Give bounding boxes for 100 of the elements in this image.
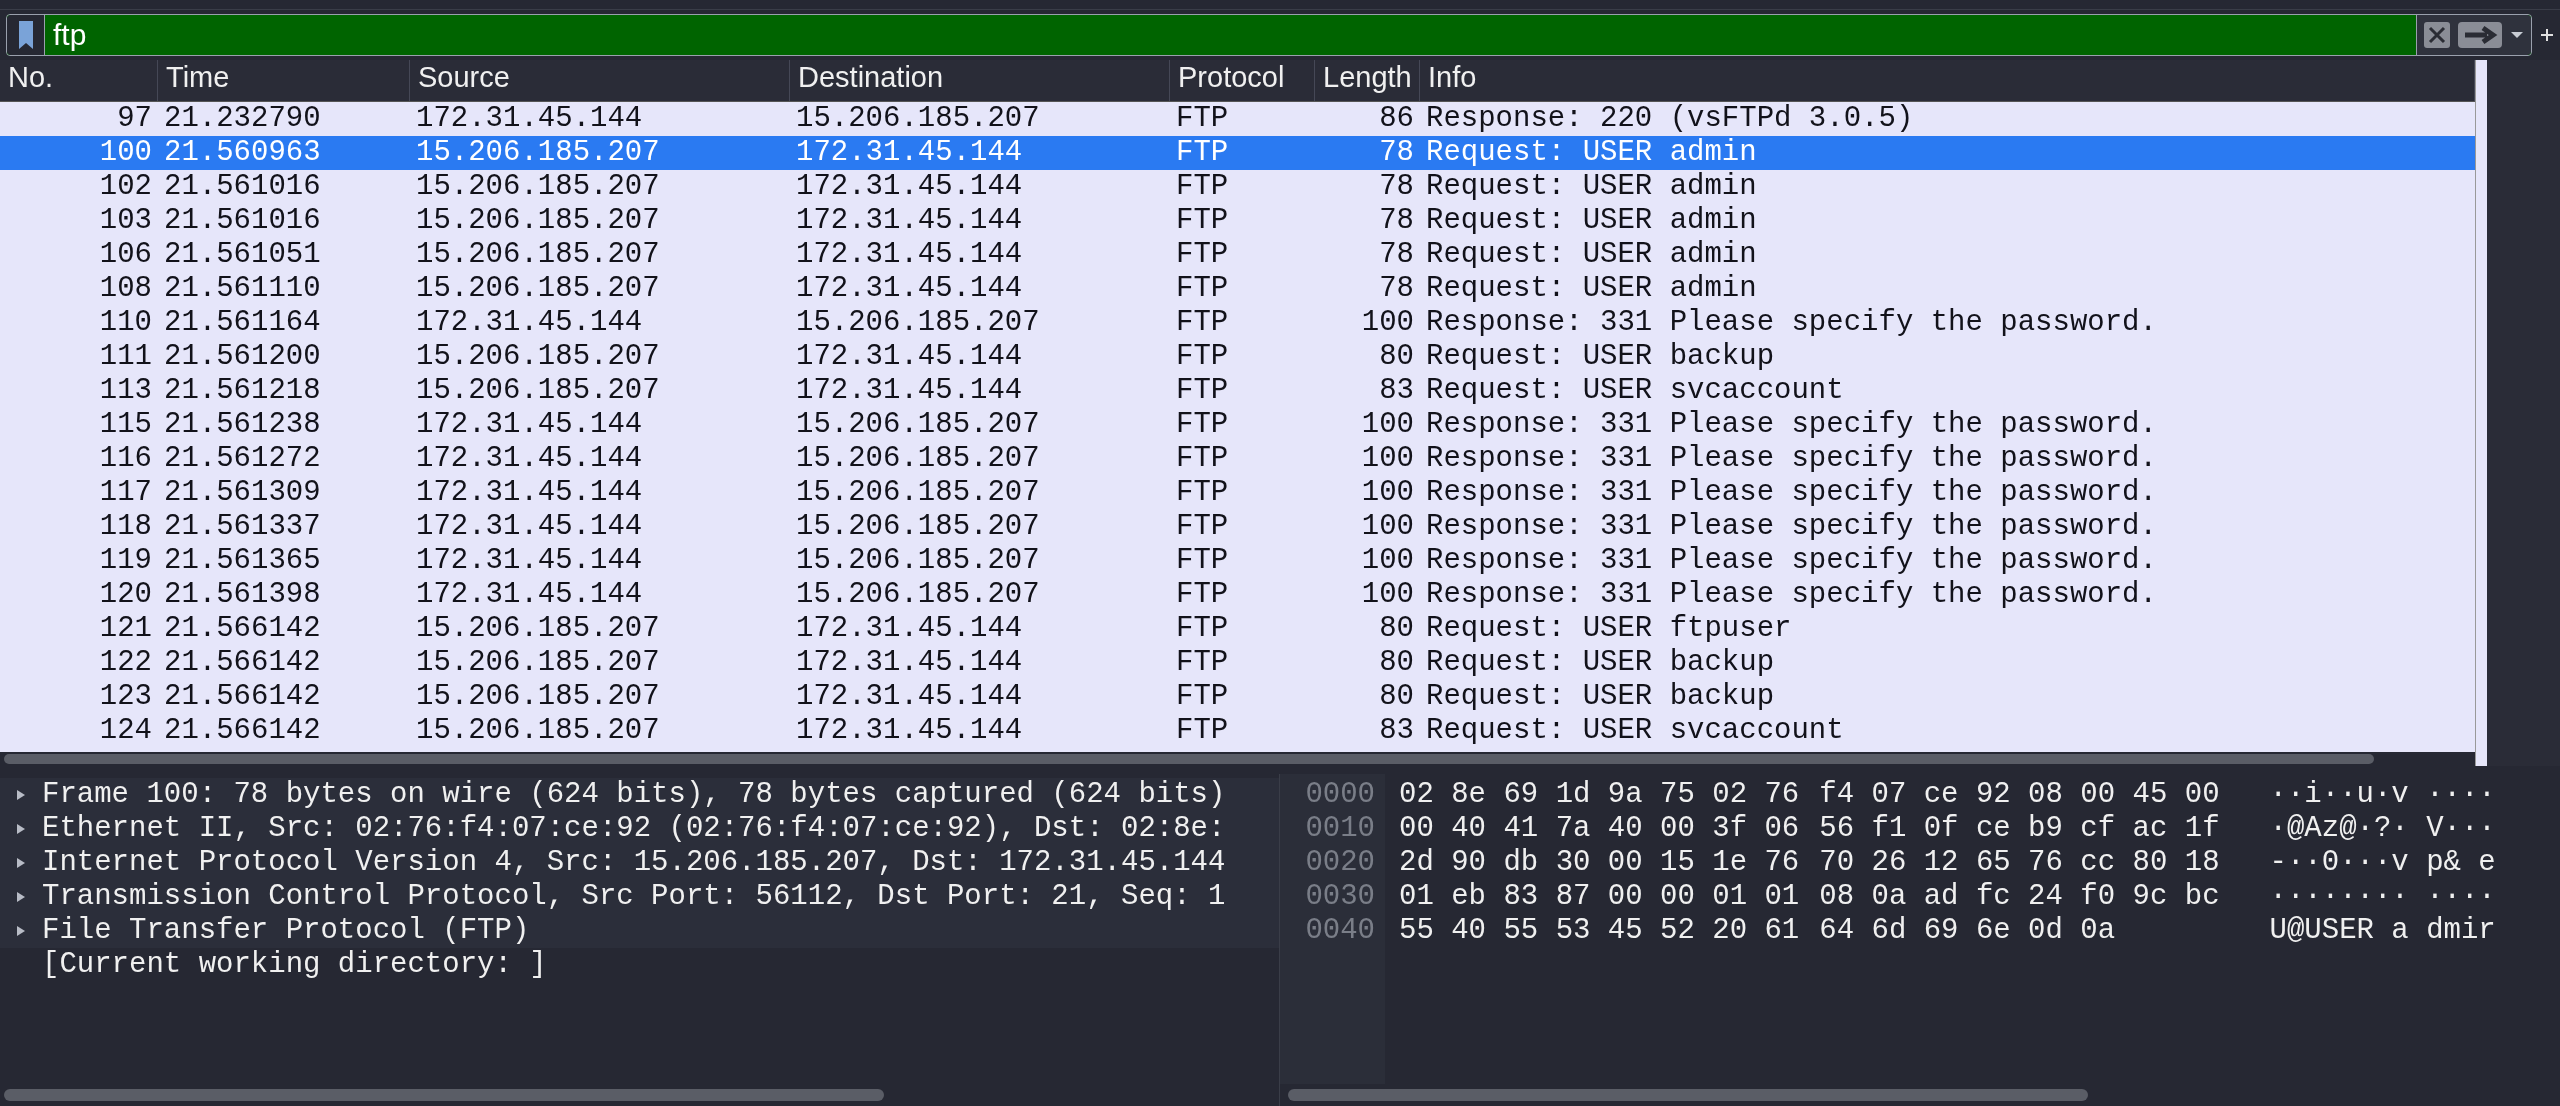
table-cell-text: 102 bbox=[98, 170, 153, 204]
table-cell-text: 21.561016 bbox=[163, 204, 322, 238]
hex-bytes: 08 0a ad fc 24 f0 9c bc bbox=[1819, 880, 2220, 914]
table-cell-text: FTP bbox=[1175, 578, 1230, 612]
table-cell-text: 21.561200 bbox=[163, 340, 322, 374]
table-cell-text: 110 bbox=[98, 306, 153, 340]
packet-row[interactable]: 102 21.561016 15.206.185.207 172.31.45.144 FTP 78 Request: USER admin bbox=[0, 170, 2475, 204]
table-cell-text: Response: 220 (vsFTPd 3.0.5) bbox=[1425, 102, 1915, 136]
table-cell-text: 15.206.185.207 bbox=[795, 578, 1041, 612]
table-cell-text: 78 bbox=[1378, 238, 1415, 272]
packet-row[interactable]: 111 21.561200 15.206.185.207 172.31.45.144 FTP 80 Request: USER backup bbox=[0, 340, 2475, 374]
table-cell-text: 15.206.185.207 bbox=[415, 646, 661, 680]
caret-right-icon[interactable] bbox=[16, 789, 26, 801]
plus-icon[interactable] bbox=[2540, 28, 2554, 42]
caret-right-icon[interactable] bbox=[16, 891, 26, 903]
packet-row[interactable]: 108 21.561110 15.206.185.207 172.31.45.144 FTP 78 Request: USER admin bbox=[0, 272, 2475, 306]
packet-row[interactable]: 123 21.566142 15.206.185.207 172.31.45.144 FTP 80 Request: USER backup bbox=[0, 680, 2475, 714]
table-cell-text: 15.206.185.207 bbox=[415, 170, 661, 204]
table-cell-text: 21.561016 bbox=[163, 170, 322, 204]
table-cell-text: Response: 331 Please specify the password. bbox=[1425, 544, 2158, 578]
packet-row[interactable]: 110 21.561164 172.31.45.144 15.206.185.207 FTP 100 Response: 331 Please specify the password. bbox=[0, 306, 2475, 340]
table-cell-text: Request: USER admin bbox=[1425, 272, 1758, 306]
table-cell-text: 172.31.45.144 bbox=[795, 612, 1024, 646]
caret-right-icon[interactable] bbox=[16, 823, 26, 835]
hex-bytes: 2d 90 db 30 00 15 1e 76 bbox=[1399, 846, 1800, 880]
table-cell-text: 172.31.45.144 bbox=[415, 578, 644, 612]
table-cell-text: 172.31.45.144 bbox=[795, 204, 1024, 238]
packet-row[interactable]: 115 21.561238 172.31.45.144 15.206.185.207 FTP 100 Response: 331 Please specify the password. bbox=[0, 408, 2475, 442]
display-filter-field[interactable]: ftp bbox=[6, 14, 2532, 56]
table-cell-text: 78 bbox=[1378, 204, 1415, 238]
table-cell-text: 15.206.185.207 bbox=[795, 544, 1041, 578]
packet-row[interactable]: 118 21.561337 172.31.45.144 15.206.185.207 FTP 100 Response: 331 Please specify the password. bbox=[0, 510, 2475, 544]
packet-row[interactable]: 97 21.232790 172.31.45.144 15.206.185.207 FTP 86 Response: 220 (vsFTPd 3.0.5) bbox=[0, 102, 2475, 136]
column-header[interactable]: Length bbox=[1315, 60, 1420, 101]
hex-bytes: 56 f1 0f ce b9 cf ac 1f bbox=[1819, 812, 2220, 846]
clear-icon[interactable] bbox=[2423, 21, 2451, 49]
table-cell-text: 121 bbox=[98, 612, 153, 646]
packet-row[interactable]: 113 21.561218 15.206.185.207 172.31.45.144 FTP 83 Request: USER svcaccount bbox=[0, 374, 2475, 408]
packet-row[interactable]: 117 21.561309 172.31.45.144 15.206.185.207 FTP 100 Response: 331 Please specify the password. bbox=[0, 476, 2475, 510]
table-cell-text: Request: USER svcaccount bbox=[1425, 374, 1845, 408]
packet-row[interactable]: 116 21.561272 172.31.45.144 15.206.185.207 FTP 100 Response: 331 Please specify the password. bbox=[0, 442, 2475, 476]
column-header[interactable]: Source bbox=[410, 60, 790, 101]
table-cell-text: 15.206.185.207 bbox=[795, 510, 1041, 544]
table-cell-text: 21.561051 bbox=[163, 238, 322, 272]
table-cell-text: 118 bbox=[98, 510, 153, 544]
vertical-scrollbar[interactable] bbox=[2475, 60, 2487, 766]
packet-row[interactable]: 124 21.566142 15.206.185.207 172.31.45.144 FTP 83 Request: USER svcaccount bbox=[0, 714, 2475, 748]
table-cell-text: 21.566142 bbox=[163, 714, 322, 748]
detail-tree-item[interactable]: [Current working directory: ] bbox=[42, 948, 547, 982]
table-cell-text: 97 bbox=[116, 102, 153, 136]
table-cell-text: FTP bbox=[1175, 238, 1230, 272]
horizontal-scrollbar[interactable] bbox=[1288, 1089, 2088, 1101]
table-cell-text: 80 bbox=[1378, 646, 1415, 680]
table-cell-text: 172.31.45.144 bbox=[415, 102, 644, 136]
horizontal-scrollbar[interactable] bbox=[4, 1089, 884, 1101]
table-cell-text: 21.561110 bbox=[163, 272, 322, 306]
table-cell-text: Response: 331 Please specify the password. bbox=[1425, 306, 2158, 340]
packet-row[interactable]: 106 21.561051 15.206.185.207 172.31.45.144 FTP 78 Request: USER admin bbox=[0, 238, 2475, 272]
table-cell-text: Response: 331 Please specify the password. bbox=[1425, 510, 2158, 544]
caret-right-icon[interactable] bbox=[16, 857, 26, 869]
packet-row[interactable]: 103 21.561016 15.206.185.207 172.31.45.144 FTP 78 Request: USER admin bbox=[0, 204, 2475, 238]
table-cell-text: Request: USER svcaccount bbox=[1425, 714, 1845, 748]
hex-bytes: 70 26 12 65 76 cc 80 18 bbox=[1819, 846, 2220, 880]
bookmark-icon[interactable] bbox=[17, 20, 34, 50]
table-cell-text: 172.31.45.144 bbox=[415, 306, 644, 340]
column-header[interactable]: Destination bbox=[790, 60, 1170, 101]
table-cell-text: 117 bbox=[98, 476, 153, 510]
table-cell-text: 83 bbox=[1378, 374, 1415, 408]
table-cell-text: Response: 331 Please specify the password. bbox=[1425, 476, 2158, 510]
dropdown-caret-icon[interactable] bbox=[2509, 30, 2525, 40]
packet-row[interactable]: 120 21.561398 172.31.45.144 15.206.185.207 FTP 100 Response: 331 Please specify the password. bbox=[0, 578, 2475, 612]
table-cell-text: FTP bbox=[1175, 442, 1230, 476]
table-cell-text: 15.206.185.207 bbox=[795, 442, 1041, 476]
packet-row[interactable]: 122 21.566142 15.206.185.207 172.31.45.144 FTP 80 Request: USER backup bbox=[0, 646, 2475, 680]
packet-row[interactable]: 119 21.561365 172.31.45.144 15.206.185.207 FTP 100 Response: 331 Please specify the password. bbox=[0, 544, 2475, 578]
column-header[interactable]: Protocol bbox=[1170, 60, 1315, 101]
table-cell-text: 115 bbox=[98, 408, 153, 442]
table-cell-text: 108 bbox=[98, 272, 153, 306]
packet-row[interactable]: 100 21.560963 15.206.185.207 172.31.45.144 FTP 78 Request: USER admin bbox=[0, 136, 2475, 170]
table-cell-text: 172.31.45.144 bbox=[795, 136, 1024, 170]
table-cell-text: 21.566142 bbox=[163, 612, 322, 646]
table-cell-text: 100 bbox=[1360, 442, 1415, 476]
column-header[interactable]: Time bbox=[158, 60, 410, 101]
hex-offset: 0040 bbox=[1304, 914, 1375, 948]
caret-right-icon[interactable] bbox=[16, 925, 26, 937]
table-cell-text: 100 bbox=[98, 136, 153, 170]
table-cell-text: 15.206.185.207 bbox=[415, 238, 661, 272]
table-cell-text: FTP bbox=[1175, 680, 1230, 714]
arrow-right-icon[interactable] bbox=[2457, 21, 2503, 49]
horizontal-scrollbar[interactable] bbox=[4, 754, 2374, 764]
table-cell-text: FTP bbox=[1175, 204, 1230, 238]
table-cell-text: 172.31.45.144 bbox=[795, 272, 1024, 306]
table-cell-text: 15.206.185.207 bbox=[415, 714, 661, 748]
packet-row[interactable]: 121 21.566142 15.206.185.207 172.31.45.144 FTP 80 Request: USER ftpuser bbox=[0, 612, 2475, 646]
table-cell-text: 119 bbox=[98, 544, 153, 578]
column-header[interactable]: No. bbox=[0, 60, 158, 101]
table-cell-text: 100 bbox=[1360, 306, 1415, 340]
table-cell-text: FTP bbox=[1175, 340, 1230, 374]
table-cell-text: 116 bbox=[98, 442, 153, 476]
table-cell-text: FTP bbox=[1175, 374, 1230, 408]
